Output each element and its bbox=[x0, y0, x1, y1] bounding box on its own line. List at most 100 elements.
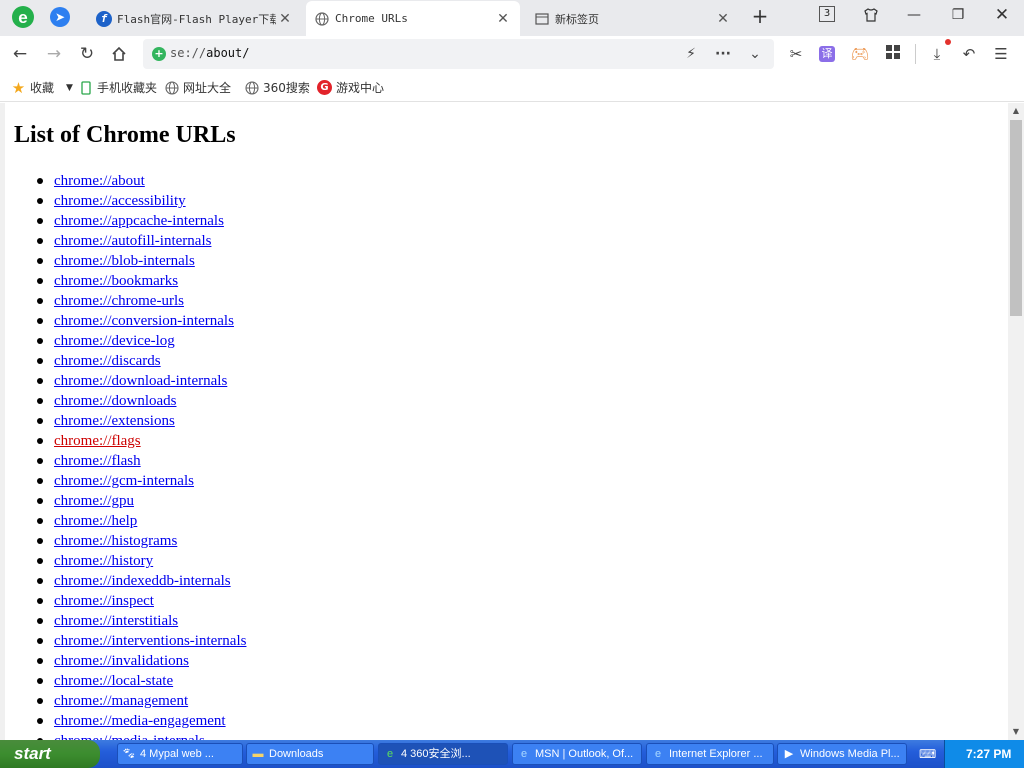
task-downloads[interactable]: ▬ Downloads bbox=[246, 743, 374, 765]
keyboard-icon[interactable]: ⌨ bbox=[919, 747, 936, 761]
scroll-down-arrow-icon[interactable]: ▼ bbox=[1008, 724, 1024, 740]
menu-icon[interactable]: ☰ bbox=[991, 44, 1011, 64]
chrome-url-link[interactable]: chrome://interstitials bbox=[54, 613, 178, 629]
chrome-url-link[interactable]: chrome://chrome-urls bbox=[54, 293, 184, 309]
chrome-url-link[interactable]: chrome://discards bbox=[54, 353, 161, 369]
forward-button[interactable]: → bbox=[42, 42, 66, 66]
globe-icon bbox=[244, 80, 259, 95]
browser-360-logo-icon[interactable]: e bbox=[10, 4, 36, 30]
security-shield-icon[interactable]: + bbox=[152, 47, 166, 61]
toolbar-divider bbox=[915, 44, 916, 64]
home-button[interactable] bbox=[107, 42, 131, 66]
list-item: chrome://flash bbox=[36, 451, 246, 471]
chrome-url-link[interactable]: chrome://autofill-internals bbox=[54, 233, 211, 249]
task-msn-outlook[interactable]: e MSN | Outlook, Of... bbox=[512, 743, 642, 765]
chrome-url-link[interactable]: chrome://histograms bbox=[54, 533, 177, 549]
pinned-tab-send-icon[interactable]: ➤ bbox=[50, 7, 70, 27]
new-tab-button[interactable]: + bbox=[748, 4, 772, 30]
address-bar[interactable]: + se://about/ ⚡ ··· ⌄ bbox=[143, 39, 774, 69]
scrollbar-thumb[interactable] bbox=[1010, 120, 1022, 316]
list-item: chrome://help bbox=[36, 511, 246, 531]
url-text[interactable]: se://about/ bbox=[170, 46, 249, 60]
close-tab-icon[interactable]: ✕ bbox=[714, 11, 732, 27]
bookmarks-bar: ★ 收藏 ▼ 手机收藏夹 网址大全 360搜索 G 游戏中心 bbox=[0, 72, 1024, 102]
chrome-url-link[interactable]: chrome://media-engagement bbox=[54, 713, 226, 729]
list-item: chrome://local-state bbox=[36, 671, 246, 691]
bookmark-directory[interactable]: 网址大全 bbox=[164, 79, 231, 96]
skin-shirt-icon[interactable] bbox=[859, 3, 883, 27]
close-tab-icon[interactable]: ✕ bbox=[494, 11, 512, 27]
navigation-toolbar: ← → ↻ + se://about/ ⚡ ··· ⌄ ✂ 译 🎮︎ ⤓ ↶ ☰ bbox=[0, 36, 1024, 72]
page-content: List of Chrome URLs chrome://about chrome… bbox=[0, 103, 1008, 740]
close-window-button[interactable]: ✕ bbox=[990, 3, 1014, 27]
task-mypal[interactable]: 🐾︎ 4 Mypal web ... bbox=[117, 743, 243, 765]
chrome-url-link[interactable]: chrome://gpu bbox=[54, 493, 134, 509]
list-item: chrome://appcache-internals bbox=[36, 211, 246, 231]
chrome-url-link[interactable]: chrome://gcm-internals bbox=[54, 473, 194, 489]
vertical-scrollbar[interactable]: ▲ ▼ bbox=[1008, 103, 1024, 740]
task-360-browser[interactable]: e4 360安全浏... bbox=[378, 743, 508, 765]
chrome-url-link[interactable]: chrome://history bbox=[54, 553, 153, 569]
chrome-url-link[interactable]: chrome://bookmarks bbox=[54, 273, 178, 289]
close-tab-icon[interactable]: ✕ bbox=[276, 11, 294, 27]
chrome-url-link[interactable]: chrome://inspect bbox=[54, 593, 154, 609]
chrome-url-link[interactable]: chrome://device-log bbox=[54, 333, 175, 349]
chrome-url-link[interactable]: chrome://media-internals bbox=[54, 733, 205, 740]
chrome-url-link[interactable]: chrome://downloads bbox=[54, 393, 176, 409]
chrome-url-link[interactable]: chrome://invalidations bbox=[54, 653, 189, 669]
notification-dot bbox=[945, 39, 951, 45]
list-item: chrome://gpu bbox=[36, 491, 246, 511]
bookmark-favorites[interactable]: ★ 收藏 ▼ bbox=[11, 79, 73, 97]
bookmark-game-center[interactable]: G 游戏中心 bbox=[317, 79, 384, 96]
chrome-url-link[interactable]: chrome://blob-internals bbox=[54, 253, 195, 269]
back-button[interactable]: ← bbox=[8, 42, 32, 66]
chrome-url-link[interactable]: chrome://management bbox=[54, 693, 188, 709]
chrome-url-link[interactable]: chrome://help bbox=[54, 513, 137, 529]
game-icon: G bbox=[317, 80, 332, 95]
chrome-url-link[interactable]: chrome://flags bbox=[54, 433, 141, 449]
chrome-url-link[interactable]: chrome://download-internals bbox=[54, 373, 227, 389]
download-icon[interactable]: ⤓ bbox=[927, 44, 947, 64]
lightning-icon[interactable]: ⚡ bbox=[681, 44, 701, 64]
task-windows-media-player[interactable]: ▶ Windows Media Pl... bbox=[777, 743, 907, 765]
more-dots-icon[interactable]: ··· bbox=[713, 44, 733, 64]
translate-icon[interactable]: 译 bbox=[819, 46, 835, 62]
chrome-url-link[interactable]: chrome://accessibility bbox=[54, 193, 186, 209]
chrome-url-link[interactable]: chrome://extensions bbox=[54, 413, 175, 429]
browser-360-icon: e bbox=[386, 748, 394, 760]
restore-button[interactable]: ❐ bbox=[946, 3, 970, 27]
list-item: chrome://inspect bbox=[36, 591, 246, 611]
undo-icon[interactable]: ↶ bbox=[959, 44, 979, 64]
list-item: chrome://indexeddb-internals bbox=[36, 571, 246, 591]
apps-grid-icon[interactable] bbox=[883, 44, 903, 64]
scroll-up-arrow-icon[interactable]: ▲ bbox=[1008, 103, 1024, 119]
dropdown-arrow-icon[interactable]: ▼ bbox=[66, 83, 73, 93]
tab-count-badge[interactable]: 3 bbox=[819, 6, 835, 22]
tab-chrome-urls[interactable]: Chrome URLs ✕ bbox=[306, 1, 520, 36]
list-item: chrome://interstitials bbox=[36, 611, 246, 631]
bookmark-360-search[interactable]: 360搜索 bbox=[244, 79, 310, 96]
chrome-url-link[interactable]: chrome://appcache-internals bbox=[54, 213, 224, 229]
list-item: chrome://chrome-urls bbox=[36, 291, 246, 311]
list-item: chrome://downloads bbox=[36, 391, 246, 411]
tab-flash[interactable]: f Flash官网-Flash Player下载 ✕ bbox=[88, 1, 302, 36]
minimize-button[interactable]: — bbox=[902, 3, 926, 27]
gamepad-icon[interactable]: 🎮︎ bbox=[850, 44, 870, 64]
list-item: chrome://discards bbox=[36, 351, 246, 371]
chrome-url-link[interactable]: chrome://interventions-internals bbox=[54, 633, 246, 649]
scissors-icon[interactable]: ✂ bbox=[786, 44, 806, 64]
list-item: chrome://autofill-internals bbox=[36, 231, 246, 251]
tab-title: 新标签页 bbox=[555, 12, 599, 26]
chrome-url-link[interactable]: chrome://flash bbox=[54, 453, 141, 469]
chrome-url-link[interactable]: chrome://local-state bbox=[54, 673, 173, 689]
start-button[interactable]: start bbox=[0, 740, 100, 768]
chrome-url-link[interactable]: chrome://indexeddb-internals bbox=[54, 573, 231, 589]
chrome-url-link[interactable]: chrome://about bbox=[54, 173, 145, 189]
bookmark-mobile[interactable]: 手机收藏夹 bbox=[78, 79, 157, 96]
folder-icon: ▬ bbox=[252, 748, 264, 760]
chevron-down-icon[interactable]: ⌄ bbox=[745, 44, 765, 64]
reload-button[interactable]: ↻ bbox=[75, 42, 99, 66]
chrome-url-link[interactable]: chrome://conversion-internals bbox=[54, 313, 234, 329]
tab-new-tab[interactable]: 新标签页 ✕ bbox=[526, 1, 740, 36]
task-internet-explorer[interactable]: e Internet Explorer ... bbox=[646, 743, 774, 765]
